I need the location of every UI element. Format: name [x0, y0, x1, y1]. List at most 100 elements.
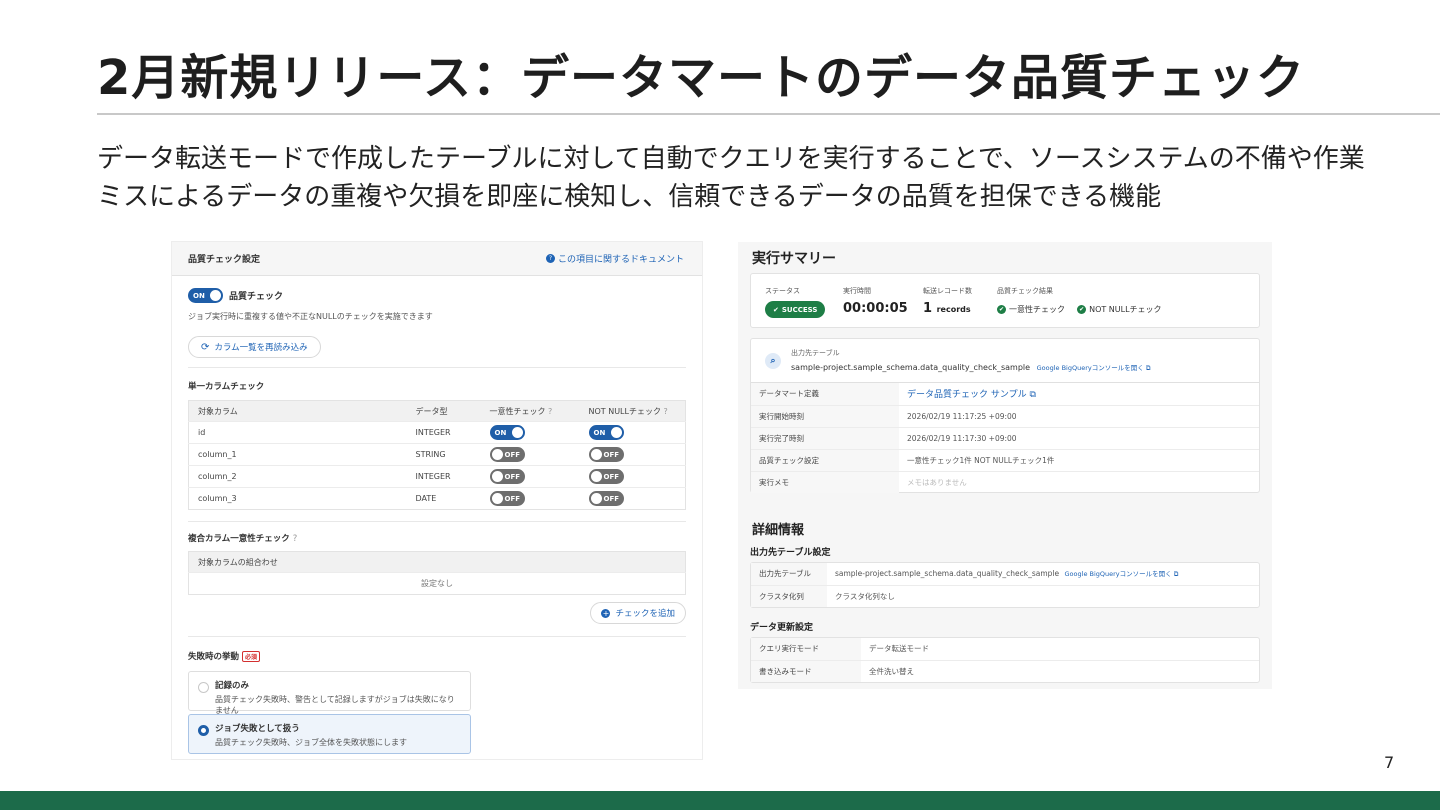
- slide-title: 2月新規リリース：データマートのデータ品質チェック: [97, 50, 1306, 106]
- settings-body: ON 品質チェック ジョブ実行時に重複する値や不正なNULLのチェックを実施でき…: [172, 276, 702, 759]
- setting-value: クラスタ化列なし: [827, 584, 1259, 607]
- toggle-description: ジョブ実行時に重複する値や不正なNULLのチェックを実施できます: [188, 312, 433, 321]
- option-fail-job[interactable]: ジョブ失敗として扱う 品質チェック失敗時、ジョブ全体を失敗状態にします: [188, 714, 471, 754]
- output-table-label: 出力先テーブル: [791, 349, 840, 357]
- detail-value: 一意性チェック1件 NOT NULLチェック1件: [899, 448, 1259, 471]
- col-header-type: データ型: [406, 400, 481, 422]
- not-null-check-toggle[interactable]: OFF: [588, 469, 624, 484]
- failure-behavior-title: 失敗時の挙動 必須: [188, 650, 261, 662]
- table-row: 実行開始時刻 2026/02/19 11:17:25 +09:00: [751, 404, 1259, 427]
- single-column-table: 対象カラム データ型 一意性チェック ? NOT NULLチェック ? id I…: [188, 400, 686, 510]
- column-type: DATE: [406, 487, 481, 510]
- unique-check-toggle[interactable]: OFF: [489, 447, 525, 462]
- settings-header: 品質チェック設定 ? この項目に関するドキュメント: [172, 242, 702, 276]
- detail-value: 2026/02/19 11:17:25 +09:00: [899, 404, 1259, 427]
- page-number: 7: [1384, 753, 1395, 772]
- toggle-state: OFF: [603, 450, 620, 459]
- records-column: 転送レコード数 1 records: [923, 286, 972, 316]
- column-type: INTEGER: [406, 465, 481, 488]
- time-label: 実行時間: [843, 287, 871, 295]
- radio-button-selected[interactable]: [198, 725, 209, 736]
- help-icon: ?: [548, 406, 553, 416]
- radio-button[interactable]: [198, 682, 209, 693]
- detail-key: データマート定義: [751, 383, 899, 405]
- not-null-check-toggle[interactable]: OFF: [588, 491, 624, 506]
- external-link-icon: ⧉: [1145, 364, 1151, 372]
- reload-columns-label: カラム一覧を再読み込み: [214, 343, 308, 353]
- status-label: ステータス: [765, 287, 800, 295]
- unique-check-toggle[interactable]: ON: [489, 425, 525, 440]
- table-row: クラスタ化列 クラスタ化列なし: [751, 584, 1259, 607]
- datamart-link-label: データ品質チェック サンプル: [907, 390, 1027, 401]
- toggle-knob: [590, 449, 602, 460]
- col-header-column: 対象カラム: [188, 400, 407, 422]
- composite-check-title: 複合カラム一意性チェック ?: [188, 532, 297, 544]
- details-title: 詳細情報: [752, 523, 805, 538]
- quality-check-toggle-row: ON 品質チェック: [188, 288, 283, 303]
- records-unit: records: [936, 305, 971, 314]
- execution-details-table: データマート定義 データ品質チェック サンプル ⧉ 実行開始時刻 2026/02…: [751, 383, 1259, 493]
- failure-behavior-label: 失敗時の挙動: [188, 652, 240, 662]
- table-row: column_1 STRING OFF OFF: [188, 443, 686, 466]
- unique-check-toggle[interactable]: OFF: [489, 491, 525, 506]
- col-header-not-null: NOT NULLチェック ?: [579, 400, 686, 422]
- option-record-only[interactable]: 記録のみ 品質チェック失敗時、警告として記録しますがジョブは失敗になりません: [188, 671, 471, 715]
- required-badge: 必須: [242, 651, 261, 662]
- single-column-table-wrap: 対象カラム データ型 一意性チェック ? NOT NULLチェック ? id I…: [188, 400, 686, 510]
- reload-columns-button[interactable]: ⟳ カラム一覧を再読み込み: [188, 336, 321, 358]
- toggle-state: OFF: [603, 494, 620, 503]
- output-settings-table: 出力先テーブル sample-project.sample_schema.dat…: [751, 563, 1259, 607]
- detail-key: 実行完了時刻: [751, 426, 899, 449]
- check-circle-icon: ✔: [997, 305, 1006, 314]
- not-null-check-toggle[interactable]: ON: [588, 425, 624, 440]
- update-settings-card: クエリ実行モード データ転送モード 書き込みモード 全件洗い替え: [750, 637, 1260, 683]
- composite-check-label: 複合カラム一意性チェック: [188, 534, 290, 544]
- column-type: STRING: [406, 443, 481, 466]
- settings-title: 品質チェック設定: [188, 255, 261, 265]
- result-item-label: NOT NULLチェック: [1089, 305, 1162, 314]
- toggle-knob: [210, 290, 221, 301]
- toggle-state: ON: [593, 428, 606, 437]
- toggle-knob: [610, 427, 622, 438]
- table-header-row: 対象カラム データ型 一意性チェック ? NOT NULLチェック ?: [188, 400, 686, 422]
- table-row: column_3 DATE OFF OFF: [188, 487, 686, 510]
- quality-check-settings-panel: 品質チェック設定 ? この項目に関するドキュメント ON 品質チェック ジョブ実…: [171, 241, 703, 760]
- quality-check-toggle[interactable]: ON: [188, 288, 223, 303]
- documentation-link-label: この項目に関するドキュメント: [557, 255, 684, 265]
- table-row: 出力先テーブル sample-project.sample_schema.dat…: [751, 563, 1259, 585]
- not-null-check-result: ✔ NOT NULLチェック: [1077, 304, 1162, 315]
- datamart-definition-link[interactable]: データ品質チェック サンプル ⧉: [907, 390, 1036, 400]
- toggle-state: OFF: [504, 472, 521, 481]
- not-null-check-toggle[interactable]: OFF: [588, 447, 624, 462]
- setting-value: 全件洗い替え: [861, 659, 1259, 682]
- toggle-knob: [491, 493, 503, 504]
- column-name: column_1: [188, 443, 407, 466]
- column-type: INTEGER: [406, 421, 481, 444]
- composite-header: 対象カラムの組合わせ: [188, 551, 686, 573]
- documentation-link[interactable]: ? この項目に関するドキュメント: [545, 252, 684, 265]
- output-table-header: ⌕ 出力先テーブル sample-project.sample_schema.d…: [751, 339, 1259, 383]
- column-name: column_3: [188, 487, 407, 510]
- check-circle-icon: ✔: [1077, 305, 1087, 314]
- toggle-state: OFF: [603, 472, 620, 481]
- status-column: ステータス ✔ SUCCESS: [765, 286, 826, 318]
- detail-value: 2026/02/19 11:17:30 +09:00: [899, 426, 1259, 449]
- option-title: 記録のみ: [215, 681, 250, 691]
- help-icon: ?: [292, 534, 298, 544]
- col-header-unique: 一意性チェック ?: [480, 400, 580, 422]
- bigquery-console-link[interactable]: Google BigQueryコンソールを開く ⧉: [1065, 570, 1179, 578]
- divider: [188, 367, 686, 368]
- bigquery-console-link[interactable]: Google BigQueryコンソールを開く ⧉: [1037, 364, 1151, 372]
- add-check-button[interactable]: + チェックを追加: [590, 602, 686, 624]
- output-settings-title: 出力先テーブル設定: [750, 548, 831, 558]
- result-item-label: 一意性チェック: [1009, 305, 1065, 314]
- footer-bar: [0, 791, 1440, 810]
- unique-check-toggle[interactable]: OFF: [489, 469, 525, 484]
- summary-title: 実行サマリー: [752, 251, 836, 267]
- slide-description: データ転送モードで作成したテーブルに対して自動でクエリを実行することで、ソースシ…: [97, 144, 1365, 212]
- output-settings-card: 出力先テーブル sample-project.sample_schema.dat…: [750, 562, 1260, 608]
- table-row: id INTEGER ON ON: [188, 421, 686, 444]
- toggle-state: OFF: [504, 450, 521, 459]
- refresh-icon: ⟳: [201, 341, 210, 353]
- check-circle-icon: ✔: [773, 305, 779, 314]
